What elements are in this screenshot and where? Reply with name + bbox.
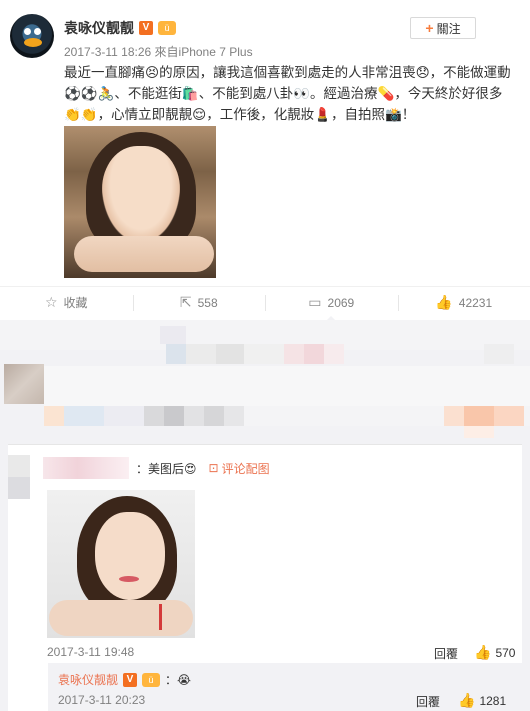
avatar-beak: [24, 38, 42, 47]
mosaic-tile: [104, 406, 144, 426]
mosaic-tile: [464, 426, 494, 438]
mosaic-tile: [186, 344, 216, 364]
commenter-avatar[interactable]: [8, 455, 30, 499]
comment-item: ：美图后😍 ⊡ 评论配图 2017-3-11 19:48 回覆 👍 570 袁咏…: [8, 444, 522, 711]
mosaic-tile: [484, 344, 514, 364]
sub-reply-like-button[interactable]: 👍 1281: [458, 692, 506, 709]
mosaic-tile: [494, 406, 524, 426]
comment-photo-arms: [49, 600, 193, 636]
verified-badge-icon: V: [123, 672, 138, 687]
comment-icon: ▭: [308, 294, 322, 310]
mosaic-tile: [160, 326, 186, 344]
favorite-label: 收藏: [63, 296, 88, 310]
member-level-badge-icon: ü: [142, 672, 161, 687]
sub-reply-reply-button[interactable]: 回覆: [416, 693, 440, 710]
mosaic-tile: [204, 406, 224, 426]
post-text: 最近一直腳痛😣的原因，讓我這個喜歡到處走的人非常沮喪😞，不能做運動⚽⚽🚴、不能逛…: [64, 65, 511, 122]
comment-count: 2069: [327, 295, 355, 310]
mosaic-tile: [464, 406, 494, 426]
favorite-button[interactable]: ☆ 收藏: [0, 287, 133, 319]
commenter-name-blurred[interactable]: [43, 457, 129, 479]
post-meta: 2017-3-11 18:26 來自iPhone 7 Plus: [64, 43, 253, 60]
comment-image-label: 评论配图: [221, 461, 270, 476]
comment-list: ：美图后😍 ⊡ 评论配图 2017-3-11 19:48 回覆 👍 570 袁咏…: [0, 438, 530, 711]
mosaic-tile: [224, 406, 244, 426]
comment-like-count: 570: [495, 645, 516, 660]
post-photo[interactable]: [64, 126, 216, 278]
sub-reply-text: ：😭: [165, 673, 192, 687]
username[interactable]: 袁咏仪靓靓: [64, 18, 134, 38]
comment-photo-wristband: [159, 604, 162, 630]
post-timestamp[interactable]: 2017-3-11 18:26: [64, 45, 151, 59]
mosaic-tile: [166, 344, 186, 364]
mosaic-tile: [64, 406, 104, 426]
repost-button[interactable]: ⇱ 558: [132, 287, 266, 319]
post-action-bar: ☆ 收藏 ⇱ 558 ▭ 2069 👍 42231: [0, 286, 530, 322]
comment-like-button[interactable]: 👍 570: [474, 644, 515, 661]
mosaic-tile: [244, 344, 284, 364]
repost-count: 558: [197, 295, 218, 310]
mosaic-tile: [164, 406, 184, 426]
mosaic-tile: [444, 406, 464, 426]
mosaic-tile: [44, 406, 64, 426]
verified-badge-icon: V: [139, 21, 153, 35]
sub-reply-username[interactable]: 袁咏仪靓靓: [58, 671, 118, 688]
mosaic-tile: [216, 344, 244, 364]
comment-photo-face: [95, 512, 165, 600]
sub-reply-timestamp: 2017-3-11 20:23: [58, 693, 146, 707]
mosaic-tile: [44, 366, 530, 406]
pixelated-comment-area: [0, 320, 530, 438]
thumbs-up-icon: 👍: [458, 692, 476, 708]
like-button[interactable]: 👍 42231: [397, 287, 530, 319]
comment-photo[interactable]: [47, 490, 195, 638]
mosaic-tile: [284, 344, 304, 364]
comment-button[interactable]: ▭ 2069: [265, 287, 398, 322]
follow-button[interactable]: + 關注: [410, 17, 476, 39]
comment-photo-lips: [119, 576, 139, 582]
mosaic-tile: [184, 406, 204, 426]
user-avatar[interactable]: [10, 14, 54, 58]
member-level-badge-icon: ü: [158, 21, 176, 35]
weibo-post: 袁咏仪靓靓 V ü 2017-3-11 18:26 來自iPhone 7 Plu…: [0, 0, 530, 286]
repost-icon: ⇱: [179, 294, 192, 310]
post-source: 來自iPhone 7 Plus: [154, 45, 253, 59]
image-icon: ⊡: [208, 461, 219, 475]
mosaic-tile: [144, 406, 164, 426]
avatar-eye-right: [34, 28, 41, 35]
comment-image-link[interactable]: ⊡ 评论配图: [209, 460, 270, 477]
pixelated-avatar: [4, 364, 44, 404]
follow-label: 關注: [436, 21, 461, 36]
comment-text-row: ：美图后😍 ⊡ 评论配图: [136, 459, 270, 477]
avatar-eye-left: [24, 28, 31, 35]
comment-reply-button[interactable]: 回覆: [434, 645, 458, 662]
sub-reply-header: 袁咏仪靓靓 V ü ：😭: [58, 671, 191, 688]
sub-reply: 袁咏仪靓靓 V ü ：😭 2017-3-11 20:23 回覆 👍 1281: [48, 663, 522, 711]
photo-arms: [74, 236, 214, 272]
mosaic-tile: [324, 344, 344, 364]
thumbs-up-icon: 👍: [435, 294, 453, 310]
mosaic-tile: [304, 344, 324, 364]
like-count: 42231: [458, 295, 493, 310]
photo-face: [102, 146, 180, 242]
thumbs-up-icon: 👍: [474, 644, 492, 660]
comment-timestamp: 2017-3-11 19:48: [47, 645, 135, 659]
plus-icon: +: [425, 20, 434, 36]
star-icon: ☆: [44, 294, 58, 310]
comment-text: ：美图后😍: [136, 461, 197, 476]
sub-reply-like-count: 1281: [479, 693, 507, 708]
post-header: 袁咏仪靓靓 V ü: [64, 18, 176, 38]
